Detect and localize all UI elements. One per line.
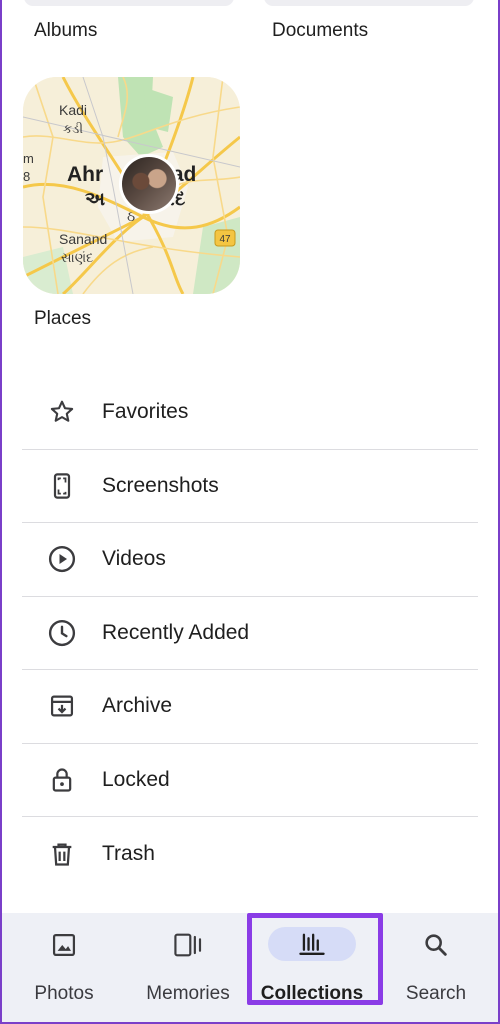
list-item-locked[interactable]: Locked [22,744,478,817]
albums-label[interactable]: Albums [34,20,97,42]
map-label-city-left: Ahr [67,163,103,186]
star-icon [42,392,82,432]
nav-memories-label: Memories [146,983,230,1004]
albums-card-edge[interactable] [24,0,234,6]
collections-icon [268,927,356,961]
nav-collections[interactable]: Collections [250,913,374,1022]
screen: Albums Documents 47 Kadi કડી m 8 Ahr અ ઠ… [2,0,498,1022]
search-icon [404,928,468,962]
avatar [122,157,176,211]
memories-icon [156,928,220,962]
locked-label: Locked [102,767,170,791]
nav-photos[interactable]: Photos [2,913,126,1022]
nav-search-label: Search [405,983,467,1004]
map-label-kadi-gu: કડી [63,121,83,137]
map-label-kadi: Kadi [59,102,87,118]
screenshot-icon [42,466,82,506]
list-item-archive[interactable]: Archive [22,670,478,744]
recently-added-label: Recently Added [102,620,250,644]
place-avatar-pin [119,154,179,214]
map-label-sanand: Sanand [59,231,107,247]
archive-icon [42,686,82,726]
clock-icon [42,613,82,653]
list-item-recently-added[interactable]: Recently Added [22,597,478,670]
play-circle-icon [42,539,82,579]
list-item-screenshots[interactable]: Screenshots [22,450,478,523]
favorites-label: Favorites [102,400,189,424]
lock-icon [42,760,82,800]
bottom-nav: Photos Memories Collections Search [2,913,498,1022]
nav-memories[interactable]: Memories [126,913,250,1022]
documents-card-edge[interactable] [264,0,474,6]
list-item-trash[interactable]: Trash [22,817,478,891]
map-label-edge-bottom: 8 [23,169,30,184]
route-number: 47 [219,234,231,245]
list-item-videos[interactable]: Videos [22,523,478,597]
screenshots-label: Screenshots [102,473,219,497]
map-label-edge-top: m [23,151,34,166]
map-label-sanand-gu: સાણંદ [61,251,93,266]
archive-label: Archive [102,694,173,718]
photo-icon [32,928,96,962]
nav-photos-label: Photos [34,983,94,1004]
places-label[interactable]: Places [34,308,91,330]
places-map-card[interactable]: 47 Kadi કડી m 8 Ahr bad અ ાદ ઠ Sanand સા… [23,77,240,294]
videos-label: Videos [102,547,166,571]
collections-list: Favorites Screenshots Videos Recently Ad… [22,376,478,891]
map-label-city-gu: અ [85,188,105,210]
documents-label[interactable]: Documents [272,20,368,42]
nav-collections-label: Collections [260,983,364,1004]
nav-search[interactable]: Search [374,913,498,1022]
trash-icon [42,834,82,874]
trash-label: Trash [102,841,155,865]
list-item-favorites[interactable]: Favorites [22,376,478,450]
map-label-small-glyph: ઠ [127,209,135,225]
